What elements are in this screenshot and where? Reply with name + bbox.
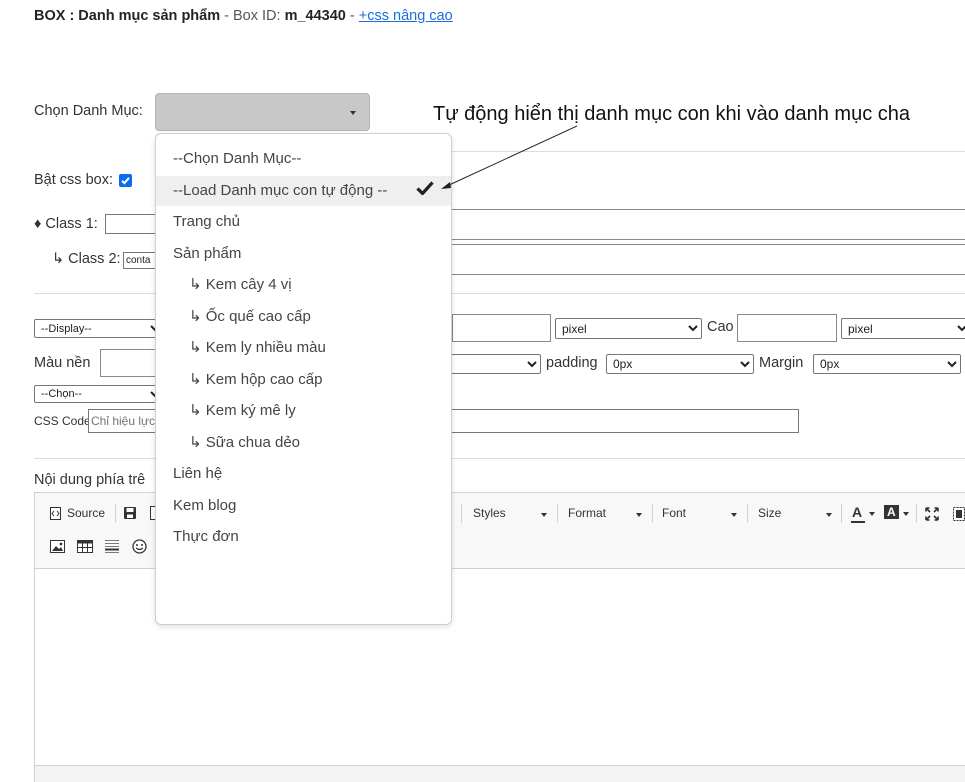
styles-combo[interactable]: Styles	[473, 506, 551, 520]
class1-input-extension[interactable]	[450, 209, 965, 240]
chevron-down-icon	[350, 111, 356, 115]
save-icon[interactable]	[123, 506, 137, 520]
styles-label: Styles	[473, 506, 506, 520]
bg-color-label: A	[887, 505, 896, 519]
padding-select[interactable]: 0px	[606, 354, 754, 374]
width-input[interactable]	[452, 314, 551, 342]
toolbar-separator	[652, 504, 653, 523]
font-label: Font	[662, 506, 687, 520]
class2-input-extension[interactable]	[450, 244, 965, 275]
horizontal-rule-icon[interactable]	[105, 539, 119, 554]
chevron-down-icon	[541, 513, 547, 517]
margin-label: Margin	[759, 355, 804, 371]
format-combo[interactable]: Format	[568, 506, 646, 520]
size-label: Size	[758, 506, 782, 520]
editor-bottom-bar	[35, 765, 965, 782]
chevron-down-icon	[636, 513, 642, 517]
chevron-down-icon	[903, 512, 909, 516]
toolbar-separator	[557, 504, 558, 523]
source-label: Source	[67, 506, 106, 520]
format-label: Format	[568, 506, 607, 520]
class1-input[interactable]	[105, 214, 157, 234]
dropdown-option[interactable]: Sản phẩm	[156, 239, 451, 269]
show-blocks-icon[interactable]	[953, 507, 965, 521]
maximize-icon[interactable]	[925, 507, 939, 521]
dropdown-option[interactable]: --Load Danh mục con tự động --	[156, 175, 451, 206]
css-code-label: CSS Code	[34, 414, 91, 428]
choose-select[interactable]: --Chọn--	[34, 385, 164, 403]
css-box-checkbox[interactable]	[119, 174, 132, 187]
checkmark-icon	[416, 181, 434, 196]
dropdown-option[interactable]: ↳ Ốc quế cao cấp	[156, 302, 451, 332]
dropdown-option[interactable]: Trang chủ	[156, 207, 451, 237]
bg-color-input[interactable]	[100, 349, 160, 377]
smiley-icon[interactable]	[132, 539, 147, 554]
bg-color-label: Màu nền	[34, 355, 91, 371]
height-unit-select[interactable]: pixel	[841, 318, 965, 339]
display-select[interactable]: --Display--	[34, 319, 164, 338]
source-icon	[50, 507, 61, 520]
box-id: m_44340	[284, 8, 346, 24]
text-color-bar	[851, 521, 865, 523]
dropdown-option[interactable]: Thực đơn	[156, 522, 451, 552]
dropdown-option[interactable]: ↳ Kem ly nhiều màu	[156, 333, 451, 363]
height-label: Cao	[707, 319, 734, 335]
height-input[interactable]	[737, 314, 837, 342]
class1-label: ♦ Class 1:	[34, 216, 98, 232]
separator: -	[345, 8, 359, 24]
category-select[interactable]	[155, 93, 370, 131]
check-icon	[121, 177, 130, 185]
dropdown-option[interactable]: ↳ Kem cây 4 vị	[156, 270, 451, 300]
text-color-label: A	[852, 504, 863, 520]
toolbar-separator	[747, 504, 748, 523]
dropdown-option[interactable]: ↳ Kem hộp cao cấp	[156, 365, 451, 395]
css-box-label: Bật css box:	[34, 172, 113, 188]
border-select[interactable]	[440, 354, 541, 374]
box-id-separator: - Box ID:	[220, 8, 285, 24]
toolbar-separator	[841, 504, 842, 523]
content-label: Nội dung phía trê	[34, 472, 146, 488]
category-label: Chọn Danh Mục:	[34, 103, 143, 119]
annotation-text: Tự động hiển thị danh mục con khi vào da…	[433, 103, 911, 125]
class2-input[interactable]	[123, 252, 157, 269]
table-icon[interactable]	[77, 540, 93, 553]
chevron-down-icon	[731, 513, 737, 517]
bg-color-button[interactable]: A	[884, 503, 910, 525]
box-header: BOX : Danh mục sản phẩm - Box ID: m_4434…	[34, 8, 453, 24]
toolbar-separator	[461, 504, 462, 523]
font-combo[interactable]: Font	[662, 506, 740, 520]
chevron-down-icon	[869, 512, 875, 516]
margin-select[interactable]: 0px	[813, 354, 961, 374]
box-title: BOX : Danh mục sản phẩm	[34, 8, 221, 24]
divider-1	[370, 151, 965, 152]
dropdown-option[interactable]: ↳ Kem ký mê ly	[156, 396, 451, 426]
dropdown-option[interactable]: Liên hệ	[156, 459, 451, 489]
image-icon[interactable]	[50, 540, 65, 553]
dropdown-option[interactable]: ↳ Sữa chua dẻo	[156, 428, 451, 458]
toolbar-separator	[115, 504, 116, 523]
toolbar-separator	[916, 504, 917, 523]
text-color-button[interactable]: A	[851, 503, 877, 525]
dropdown-option[interactable]: --Chọn Danh Mục--	[156, 144, 451, 174]
size-combo[interactable]: Size	[758, 506, 836, 520]
padding-label: padding	[546, 355, 598, 371]
dropdown-option[interactable]: Kem blog	[156, 491, 451, 521]
advanced-css-link[interactable]: +css nâng cao	[359, 8, 453, 24]
class2-label: ↳ Class 2:	[52, 251, 121, 267]
category-dropdown-list: --Chọn Danh Mục-- --Load Danh mục con tự …	[155, 133, 452, 625]
width-unit-select[interactable]: pixel	[555, 318, 702, 339]
chevron-down-icon	[826, 513, 832, 517]
